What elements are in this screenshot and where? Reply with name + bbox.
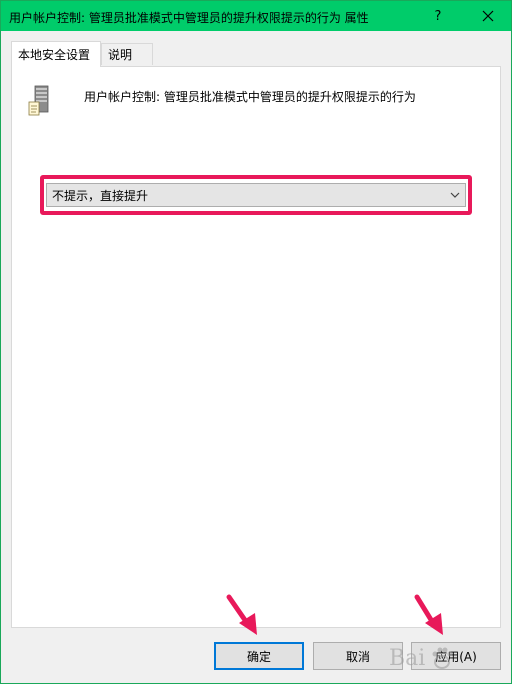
chevron-down-icon — [445, 192, 465, 198]
tab-explain[interactable]: 说明 — [101, 43, 153, 65]
help-button[interactable]: ? — [415, 1, 461, 31]
close-icon — [482, 10, 494, 22]
cancel-button[interactable]: 取消 — [313, 642, 403, 670]
tab-local-security-setting[interactable]: 本地安全设置 — [11, 41, 101, 67]
close-button[interactable] — [465, 1, 511, 31]
window-title: 用户帐户控制: 管理员批准模式中管理员的提升权限提示的行为 属性 — [9, 11, 369, 25]
properties-dialog: 用户帐户控制: 管理员批准模式中管理员的提升权限提示的行为 属性 ? 本地安全设… — [0, 0, 512, 684]
tab-panel: 用户帐户控制: 管理员批准模式中管理员的提升权限提示的行为 不提示，直接提升 — [11, 66, 501, 628]
policy-title: 用户帐户控制: 管理员批准模式中管理员的提升权限提示的行为 — [84, 90, 416, 104]
setting-dropdown[interactable]: 不提示，直接提升 — [46, 183, 466, 207]
dropdown-selected-value: 不提示，直接提升 — [52, 188, 149, 203]
server-policy-icon — [28, 85, 49, 116]
apply-button[interactable]: 应用(A) — [411, 642, 501, 670]
ok-button[interactable]: 确定 — [214, 642, 304, 670]
title-bar[interactable]: 用户帐户控制: 管理员批准模式中管理员的提升权限提示的行为 属性 ? — [1, 1, 511, 31]
arrow-annotation-icon — [414, 594, 443, 635]
arrow-annotation-icon — [226, 594, 257, 635]
tab-strip: 本地安全设置 说明 — [11, 41, 501, 67]
